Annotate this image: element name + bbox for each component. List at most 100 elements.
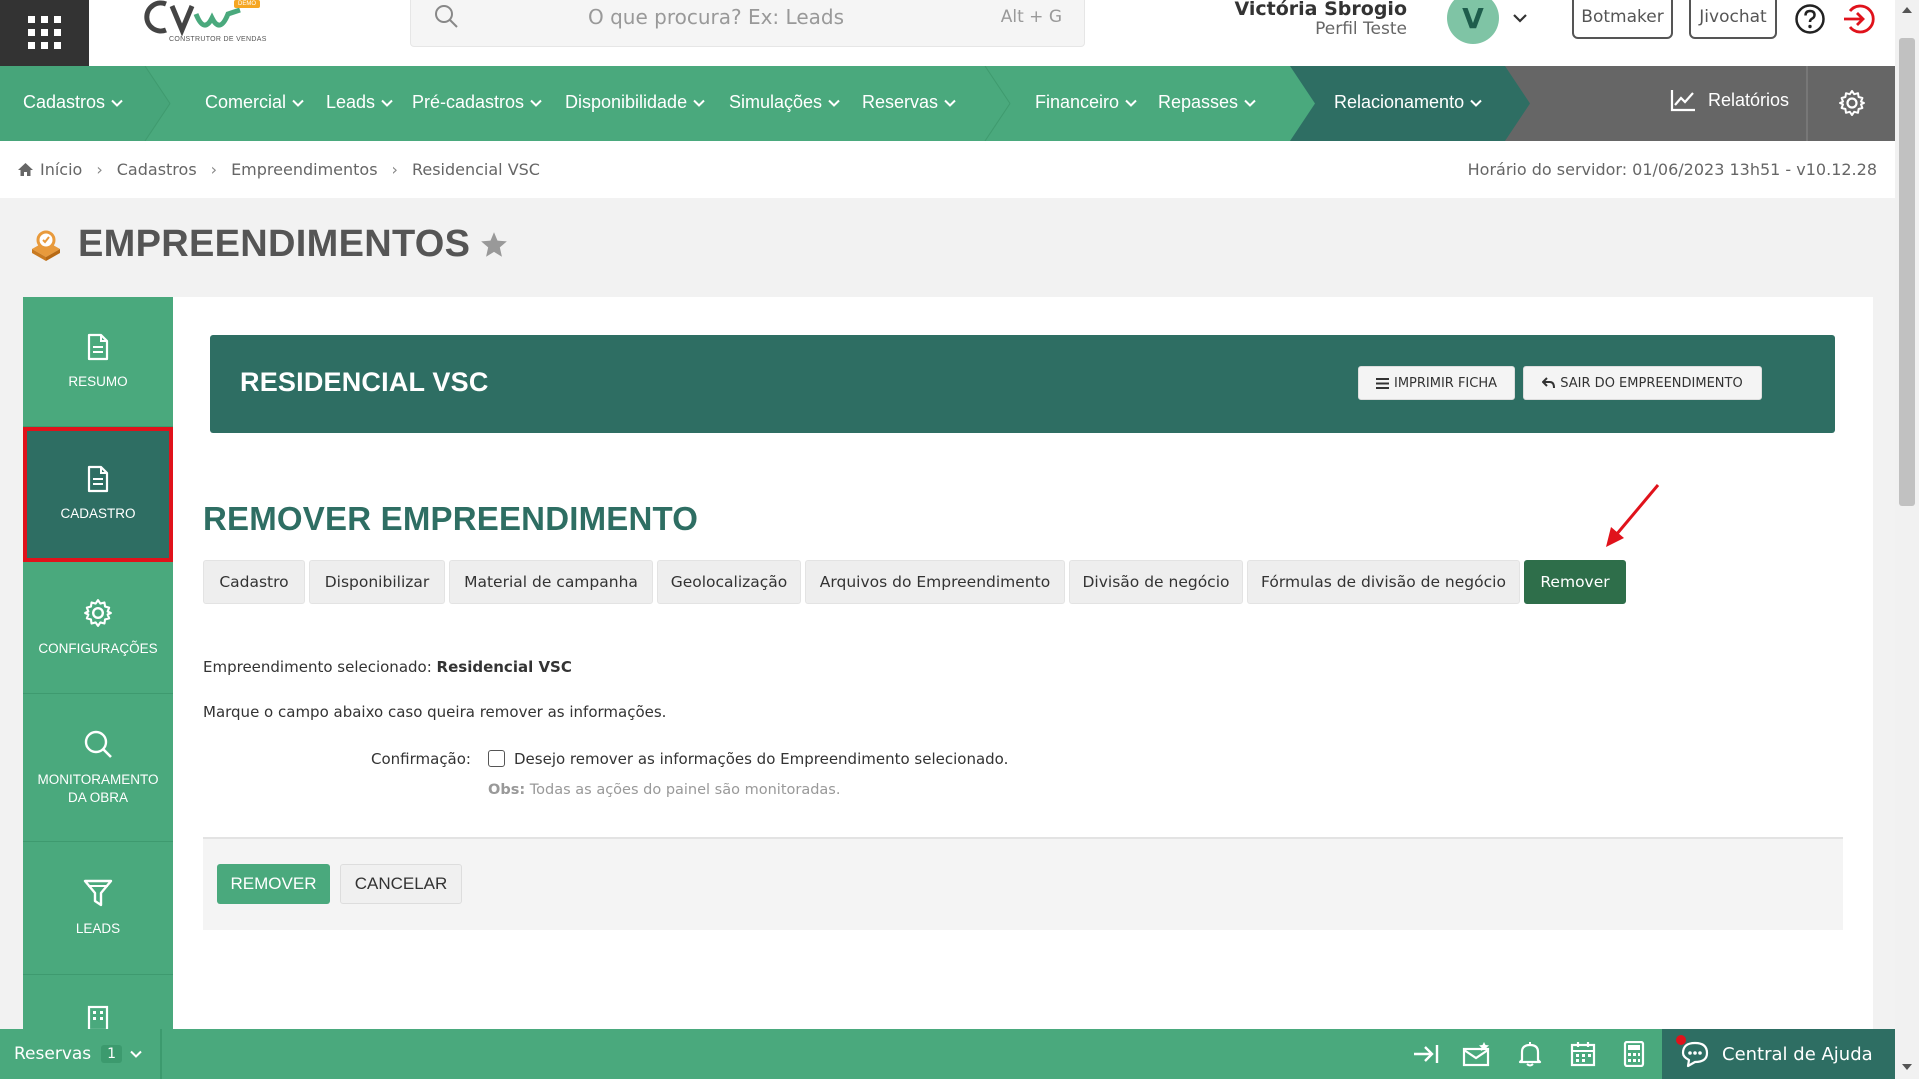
nav-repasses[interactable]: Repasses (1158, 92, 1256, 113)
nav-simulacoes[interactable]: Simulações (729, 92, 840, 113)
nav-leads[interactable]: Leads (326, 92, 393, 113)
tab-material-campanha[interactable]: Material de campanha (449, 560, 653, 604)
server-time: Horário do servidor: 01/06/2023 13h51 - … (1467, 160, 1877, 179)
botmaker-button[interactable]: Botmaker (1572, 0, 1673, 39)
sidebar-item-label: RESUMO (68, 373, 128, 389)
calculator-icon[interactable] (1623, 1041, 1645, 1067)
apps-menu-button[interactable] (0, 0, 89, 66)
cancel-button[interactable]: CANCELAR (340, 864, 462, 904)
logout-icon[interactable] (1842, 3, 1876, 35)
scroll-down-arrow-icon[interactable] (1902, 1064, 1912, 1071)
reservas-shortcut[interactable]: Reservas 1 (0, 1029, 162, 1079)
page-scrollbar[interactable] (1895, 0, 1919, 1079)
obs-note: Obs: Todas as ações do painel são monito… (488, 782, 840, 798)
reply-icon (1542, 377, 1556, 389)
breadcrumb-current: Residencial VSC (411, 160, 540, 179)
nav-label: Relacionamento (1334, 92, 1465, 112)
nav-label: Repasses (1158, 92, 1239, 112)
nav-label: Relatórios (1708, 89, 1790, 110)
gear-icon (84, 598, 112, 627)
breadcrumb-cadastros[interactable]: Cadastros (117, 160, 197, 179)
nav-pre-cadastros[interactable]: Pré-cadastros (412, 92, 542, 113)
entity-title: RESIDENCIAL VSC (240, 367, 489, 397)
entity-banner: RESIDENCIAL VSC IMPRIMIR FICHA SAIR DO E… (210, 335, 1835, 433)
sidebar-item-monitoramento[interactable]: MONITORAMENTO DA OBRA (23, 694, 173, 842)
favorite-star-icon[interactable] (480, 231, 508, 258)
sidebar-item-configuracoes[interactable]: CONFIGURAÇÕES (23, 562, 173, 694)
nav-label: Cadastros (23, 92, 106, 112)
chevron-down-icon[interactable] (1512, 11, 1528, 25)
chevron-down-icon (1244, 99, 1256, 107)
global-search[interactable]: Alt + G (410, 0, 1085, 47)
tab-divisao-negocio[interactable]: Divisão de negócio (1069, 560, 1243, 604)
nav-label: Comercial (205, 92, 287, 112)
confirm-checkbox[interactable] (488, 750, 505, 767)
nav-comercial[interactable]: Comercial (205, 92, 304, 113)
remove-instructions: Marque o campo abaixo caso queira remove… (203, 703, 667, 721)
sidebar-item-label: CADASTRO (60, 506, 136, 521)
sidebar-item-label: CONFIGURAÇÕES (38, 640, 158, 656)
chevron-down-icon (693, 99, 705, 107)
bottom-bar: Reservas 1 Central de Ajuda (0, 1029, 1895, 1079)
nav-divider (1806, 66, 1808, 141)
breadcrumb-separator: › (96, 160, 103, 179)
breadcrumb-home[interactable]: Início (40, 160, 82, 179)
breadcrumb-empreendimentos[interactable]: Empreendimentos (231, 160, 377, 179)
main-nav: Cadastros Comercial Leads Pré-cadastros … (0, 66, 1895, 141)
help-icon[interactable] (1794, 3, 1826, 35)
tab-cadastro[interactable]: Cadastro (203, 560, 305, 604)
home-icon (18, 163, 33, 176)
chat-bubble-icon (1681, 1041, 1709, 1068)
nav-relatorios[interactable]: Relatórios (1670, 88, 1789, 112)
chevron-down-icon (828, 99, 840, 107)
nav-reservas[interactable]: Reservas (862, 92, 956, 113)
exit-entity-button[interactable]: SAIR DO EMPREENDIMENTO (1523, 366, 1762, 400)
reservas-label: Reservas (14, 1044, 92, 1064)
collapse-right-icon[interactable] (1412, 1041, 1440, 1067)
scroll-up-arrow-icon[interactable] (1902, 6, 1912, 13)
mail-star-icon[interactable] (1462, 1041, 1492, 1067)
building-icon (87, 1005, 109, 1029)
tab-disponibilizar[interactable]: Disponibilizar (309, 560, 445, 604)
gear-icon[interactable] (1838, 89, 1866, 117)
notification-dot (1676, 1035, 1686, 1045)
search-shortcut-hint: Alt + G (1000, 7, 1062, 27)
sidebar-item-resumo[interactable]: RESUMO (23, 297, 173, 427)
cv-logo[interactable]: DEMO CONSTRUTOR DE VENDAS (140, 0, 280, 50)
calendar-icon[interactable] (1570, 1041, 1596, 1067)
chevron-down-icon (944, 99, 956, 107)
avatar[interactable]: V (1447, 0, 1499, 44)
search-icon (84, 730, 112, 758)
section-title: REMOVER EMPREENDIMENTO (203, 500, 699, 537)
help-center-button[interactable]: Central de Ajuda (1662, 1029, 1895, 1079)
nav-relacionamento[interactable]: Relacionamento (1334, 92, 1482, 113)
exit-label: SAIR DO EMPREENDIMENTO (1560, 375, 1743, 391)
main-content: RESIDENCIAL VSC IMPRIMIR FICHA SAIR DO E… (173, 297, 1873, 1029)
confirm-checkbox-text[interactable]: Desejo remover as informações do Empreen… (514, 750, 1008, 768)
tab-remover[interactable]: Remover (1524, 560, 1626, 604)
nav-cadastros[interactable]: Cadastros (23, 92, 123, 113)
chart-line-icon (1670, 90, 1695, 112)
page-title: EMPREENDIMENTOS (78, 223, 471, 265)
bell-icon[interactable] (1518, 1041, 1542, 1067)
tab-arquivos[interactable]: Arquivos do Empreendimento (805, 560, 1065, 604)
search-input[interactable] (471, 5, 961, 29)
nav-label: Financeiro (1035, 92, 1120, 112)
print-button[interactable]: IMPRIMIR FICHA (1358, 366, 1515, 400)
remove-button[interactable]: REMOVER (217, 864, 330, 904)
chevron-down-icon (292, 99, 304, 107)
tab-formulas-divisao[interactable]: Fórmulas de divisão de negócio (1247, 560, 1520, 604)
breadcrumb-separator: › (210, 160, 218, 179)
nav-disponibilidade[interactable]: Disponibilidade (565, 92, 705, 113)
tab-geolocalizacao[interactable]: Geolocalização (657, 560, 801, 604)
scroll-thumb[interactable] (1899, 38, 1915, 506)
sidebar-item-cadastro[interactable]: CADASTRO (23, 427, 173, 562)
chevron-down-icon (381, 99, 393, 107)
obs-label: Obs: (488, 782, 526, 798)
user-profile: Perfil Teste (1315, 19, 1407, 39)
sidebar-item-empreendimento[interactable] (23, 975, 173, 1029)
jivochat-button[interactable]: Jivochat (1689, 0, 1777, 39)
search-icon (435, 5, 458, 28)
nav-financeiro[interactable]: Financeiro (1035, 92, 1137, 113)
sidebar-item-leads[interactable]: LEADS (23, 842, 173, 975)
